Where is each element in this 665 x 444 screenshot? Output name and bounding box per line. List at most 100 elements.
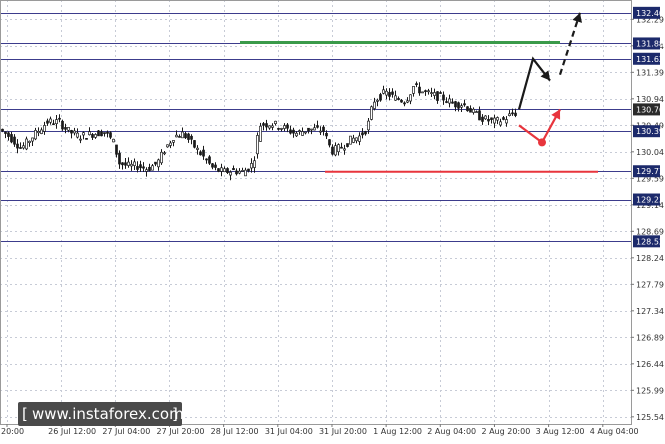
candle-body-up <box>337 144 340 153</box>
watermark: [ www.instaforex.com ] <box>18 402 184 426</box>
candle-body-up <box>280 128 283 130</box>
candle-body-up <box>31 137 34 142</box>
candle-body-up <box>499 121 502 126</box>
candle-body-up <box>160 151 163 164</box>
candle-body-down <box>307 127 310 132</box>
time-tick-label: 2 Aug 04:00 <box>427 427 476 436</box>
candle-body-down <box>262 123 265 126</box>
candle-body-down <box>418 86 421 94</box>
candle-body-up <box>301 131 304 136</box>
candle-body-up <box>496 117 499 121</box>
chart-canvas: 132.29131.84131.39130.94130.49130.04129.… <box>0 0 665 440</box>
level-price-label: 131.88 <box>636 39 664 48</box>
candle-body-down <box>226 168 229 173</box>
price-tick-label: 127.34 <box>636 307 664 316</box>
candle-body-up <box>157 159 160 168</box>
price-tick-label: 127.79 <box>636 280 664 289</box>
candle-body-up <box>25 138 28 150</box>
candle-body-down <box>58 117 61 120</box>
candle-body-up <box>376 99 379 102</box>
candle-body-up <box>484 115 487 120</box>
candle-body-down <box>202 149 205 157</box>
candle-body-up <box>241 170 244 172</box>
candle-body-down <box>400 99 403 103</box>
candle-body-down <box>139 164 142 169</box>
forex-chart: 132.29131.84131.39130.94130.49130.04129.… <box>0 0 665 440</box>
candle-body-down <box>124 162 127 166</box>
candle-body-down <box>463 103 466 106</box>
candle-body-up <box>475 111 478 113</box>
candle-body-down <box>331 146 334 155</box>
candle-body-up <box>334 145 337 156</box>
candle-body-up <box>373 101 376 109</box>
candle-body-down <box>322 126 325 132</box>
candle-body-up <box>382 89 385 94</box>
level-price-label: 131.62 <box>636 55 664 64</box>
candle-body-down <box>325 132 328 137</box>
candle-body-down <box>379 94 382 101</box>
candle-body-up <box>127 161 130 166</box>
level-price-label: 132.40 <box>636 9 664 18</box>
candle-body-up <box>319 130 322 133</box>
candle-body-down <box>478 110 481 121</box>
candle-body-up <box>73 130 76 134</box>
candle-body-up <box>34 130 37 140</box>
candle-body-down <box>70 130 73 134</box>
candle-body-down <box>205 158 208 161</box>
candle-body-down <box>115 144 118 155</box>
candle-body-down <box>361 132 364 136</box>
candle-body-down <box>403 102 406 105</box>
candle-body-down <box>106 131 109 134</box>
candle-body-up <box>472 108 475 113</box>
watermark-bracket-left: [ <box>22 405 28 423</box>
candle-body-down <box>10 134 13 143</box>
candle-body-up <box>229 171 232 176</box>
candle-body-up <box>274 120 277 125</box>
candle-body-down <box>445 101 448 103</box>
time-tick-label: 27 Jul 20:00 <box>156 427 204 436</box>
candle-body-up <box>22 145 25 149</box>
price-tick-label: 126.89 <box>636 333 664 342</box>
candle-body-down <box>511 112 514 115</box>
candle-body-down <box>481 116 484 122</box>
candle-body-down <box>364 131 367 135</box>
candle-body-down <box>388 92 391 97</box>
candle-body-down <box>142 166 145 169</box>
candle-body-down <box>1 128 4 132</box>
watermark-bracket-right: ] <box>172 405 178 423</box>
candle-body-down <box>232 168 235 171</box>
time-tick-label: 27 Jul 04:00 <box>102 427 150 436</box>
candle-body-down <box>397 98 400 100</box>
candle-body-down <box>247 168 250 172</box>
candle-body-down <box>193 140 196 148</box>
candle-body-down <box>514 112 517 116</box>
candle-body-up <box>259 125 262 142</box>
candle-body-up <box>370 106 373 120</box>
candle-body-down <box>16 143 19 149</box>
candle-body-up <box>37 131 40 134</box>
candle-body-down <box>328 139 331 146</box>
candle-body-up <box>352 137 355 143</box>
level-price-label: 130.39 <box>636 127 664 136</box>
candle-body-down <box>85 138 88 140</box>
candle-body-up <box>367 120 370 131</box>
price-tick-label: 130.04 <box>636 148 664 157</box>
candle-body-down <box>466 106 469 112</box>
candle-body-down <box>118 152 121 165</box>
candle-body-down <box>52 123 55 126</box>
price-tick-label: 126.44 <box>636 360 664 369</box>
candle-body-down <box>442 94 445 101</box>
candle-body-down <box>217 168 220 172</box>
candle-body-up <box>268 125 271 129</box>
candle-body-up <box>55 119 58 125</box>
candle-body-down <box>91 134 94 138</box>
candle-body-up <box>343 148 346 151</box>
candle-body-up <box>40 129 43 134</box>
candle-body-down <box>109 132 112 138</box>
candle-body-up <box>223 168 226 173</box>
candle-body-down <box>424 90 427 92</box>
level-price-label: 129.23 <box>636 196 664 205</box>
candle-body-down <box>199 151 202 156</box>
candle-body-up <box>385 90 388 96</box>
candle-body-up <box>250 163 253 169</box>
